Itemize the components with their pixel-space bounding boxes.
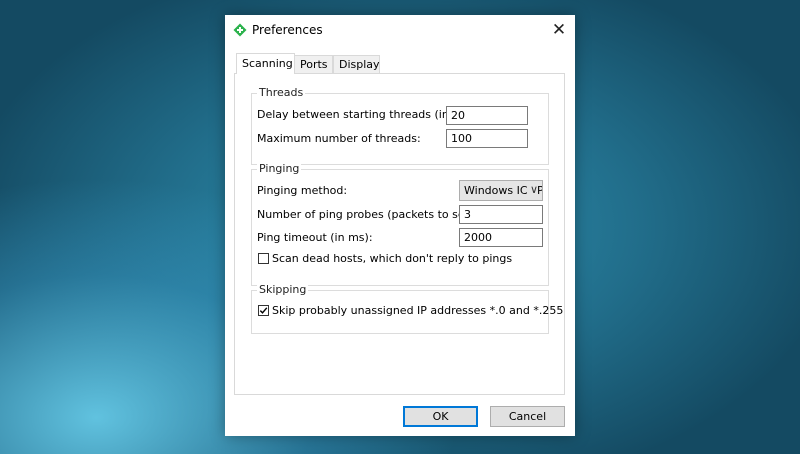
- scan-dead-hosts-label[interactable]: Scan dead hosts, which don't reply to pi…: [272, 252, 512, 265]
- skipping-group-title: Skipping: [257, 283, 309, 296]
- ping-probes-label: Number of ping probes (packets to send):: [257, 208, 487, 221]
- checkmark-icon: [259, 307, 268, 314]
- close-icon: ✕: [551, 20, 567, 40]
- tab-display[interactable]: Display: [333, 55, 380, 74]
- skipping-group: Skipping Skip probably unassigned IP add…: [251, 283, 563, 334]
- pinging-group: Pinging Pinging method: Windows ICMP ∨ N…: [251, 162, 549, 286]
- app-logo-icon: [233, 23, 247, 37]
- close-button[interactable]: ✕: [543, 15, 575, 45]
- scan-dead-hosts-checkbox[interactable]: [258, 253, 269, 264]
- ping-timeout-input[interactable]: 2000: [459, 228, 543, 247]
- skip-unassigned-checkbox[interactable]: [258, 305, 269, 316]
- ping-probes-input[interactable]: 3: [459, 205, 543, 224]
- threads-group-title: Threads: [257, 86, 306, 99]
- ping-method-label: Pinging method:: [257, 184, 348, 197]
- threads-group: Threads Delay between starting threads (…: [251, 86, 549, 165]
- delay-input[interactable]: 20: [446, 106, 528, 125]
- window-title: Preferences: [252, 23, 323, 37]
- ok-button[interactable]: OK: [403, 406, 478, 427]
- tab-scanning[interactable]: Scanning: [236, 53, 295, 74]
- max-threads-input[interactable]: 100: [446, 129, 528, 148]
- delay-label: Delay between starting threads (in ms):: [257, 108, 477, 121]
- ping-method-select[interactable]: Windows ICMP ∨: [459, 180, 543, 201]
- cancel-button[interactable]: Cancel: [490, 406, 565, 427]
- pinging-group-title: Pinging: [257, 162, 302, 175]
- title-bar[interactable]: Preferences ✕: [225, 15, 575, 45]
- chevron-down-icon: ∨: [527, 183, 538, 196]
- skip-unassigned-label[interactable]: Skip probably unassigned IP addresses *.…: [272, 304, 563, 317]
- tab-ports[interactable]: Ports: [294, 55, 333, 74]
- ping-timeout-label: Ping timeout (in ms):: [257, 231, 373, 244]
- max-threads-label: Maximum number of threads:: [257, 132, 421, 145]
- scanning-panel: Threads Delay between starting threads (…: [234, 73, 565, 395]
- preferences-dialog: Preferences ✕ Scanning Ports Display Thr…: [225, 15, 575, 436]
